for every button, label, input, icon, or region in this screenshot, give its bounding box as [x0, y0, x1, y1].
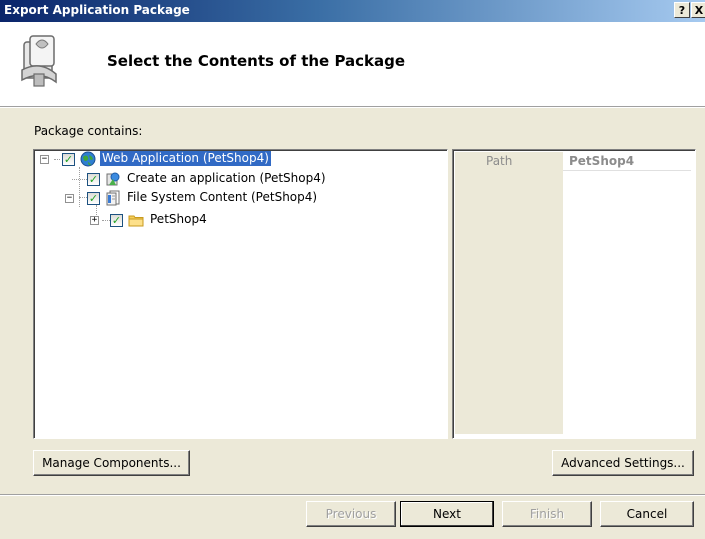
manage-components-button[interactable]: Manage Components... [33, 450, 190, 476]
node-checkbox[interactable]: ✓ [87, 192, 100, 205]
property-gutter [455, 170, 563, 434]
title-bar[interactable]: Export Application Package ? X [0, 0, 705, 22]
property-row[interactable]: Path PetShop4 [455, 152, 691, 171]
package-tree[interactable]: − ✓ Web Application (PetShop4) ✓ Create … [33, 149, 448, 439]
footer-divider-highlight [0, 495, 705, 496]
node-label: PetShop4 [150, 212, 207, 226]
property-name: Path [455, 152, 563, 170]
tree-node-file-system-content[interactable]: − ✓ File System Content (PetShop4) [34, 190, 334, 206]
window-title: Export Application Package [4, 3, 190, 17]
application-icon [106, 172, 120, 186]
package-contains-label: Package contains: [34, 124, 143, 138]
properties-panel: Path PetShop4 [452, 149, 696, 439]
node-label: Create an application (PetShop4) [127, 171, 326, 185]
cancel-button[interactable]: Cancel [600, 501, 694, 527]
collapse-toggle[interactable]: − [40, 155, 49, 164]
tree-node-create-application[interactable]: ✓ Create an application (PetShop4) [34, 171, 334, 187]
node-label: Web Application (PetShop4) [100, 151, 271, 166]
page-title: Select the Contents of the Package [107, 52, 406, 70]
property-value[interactable]: PetShop4 [563, 152, 691, 170]
header-divider [0, 107, 705, 108]
node-checkbox[interactable]: ✓ [110, 214, 123, 227]
next-button[interactable]: Next [400, 501, 494, 527]
tree-node-petshop4-folder[interactable]: + ✓ PetShop4 [34, 212, 284, 228]
expand-toggle[interactable]: + [90, 216, 99, 225]
globe-icon [80, 151, 96, 167]
finish-button[interactable]: Finish [502, 501, 592, 527]
export-application-package-dialog: Export Application Package ? X Select th… [0, 0, 705, 539]
tree-node-web-application[interactable]: − ✓ Web Application (PetShop4) [34, 151, 284, 167]
package-icon [21, 35, 57, 87]
folder-icon [128, 215, 144, 227]
help-button[interactable]: ? [674, 2, 690, 18]
node-label: File System Content (PetShop4) [127, 190, 318, 204]
previous-button[interactable]: Previous [306, 501, 396, 527]
files-icon [106, 190, 120, 206]
close-button[interactable]: X [691, 2, 705, 18]
dialog-header: Select the Contents of the Package [0, 22, 705, 107]
collapse-toggle[interactable]: − [65, 194, 74, 203]
node-checkbox[interactable]: ✓ [62, 153, 75, 166]
advanced-settings-button[interactable]: Advanced Settings... [552, 450, 694, 476]
node-checkbox[interactable]: ✓ [87, 173, 100, 186]
